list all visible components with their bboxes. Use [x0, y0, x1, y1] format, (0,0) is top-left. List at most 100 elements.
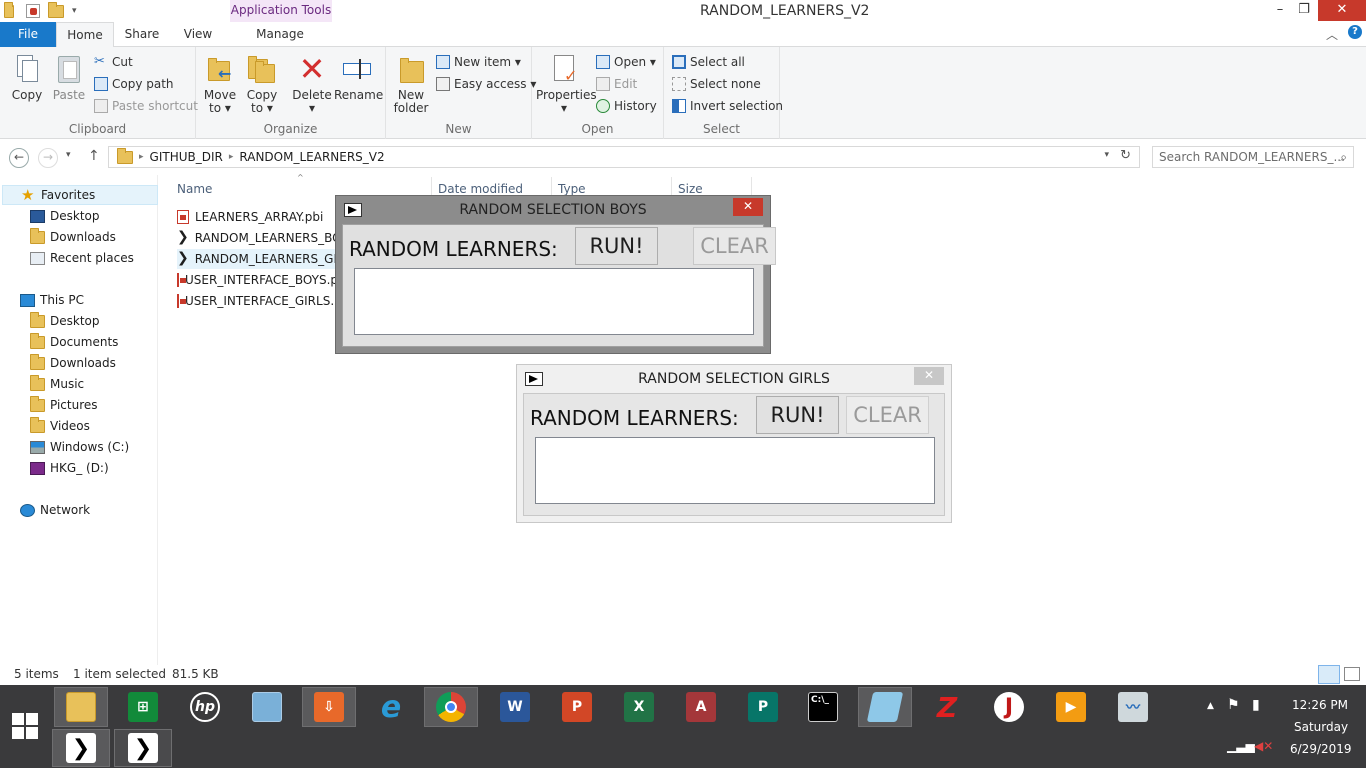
forward-button[interactable]: → [38, 148, 58, 168]
refresh-icon[interactable]: ↻ [1120, 148, 1131, 163]
edit-button[interactable]: Edit [596, 75, 637, 93]
taskbar-publisher[interactable]: P [736, 687, 790, 727]
nav-pc-documents[interactable]: Documents [30, 332, 118, 352]
select-all-button[interactable]: Select all [672, 53, 745, 71]
close-button[interactable]: ✕ [1318, 0, 1366, 21]
power-icon[interactable]: ▮ [1252, 697, 1260, 713]
volume-muted-icon[interactable]: ◀✕ [1254, 739, 1273, 753]
search-input[interactable]: Search RANDOM_LEARNERS_... ⌕ [1152, 146, 1354, 168]
customize-qat-icon[interactable]: ▾ [72, 6, 77, 16]
taskbar-excel[interactable]: X [612, 687, 666, 727]
taskbar-ppt-viewer[interactable]: ⇩ [302, 687, 356, 727]
file-row[interactable]: USER_INTERFACE_BOYS.pbi [177, 270, 337, 290]
taskbar-media-player[interactable]: ▶ [1044, 687, 1098, 727]
up-arrow-icon[interactable]: ↑ [88, 148, 100, 164]
delete-button[interactable]: ✕ Delete ▾ [292, 53, 332, 115]
dialog-close-button[interactable]: ✕ [733, 198, 763, 216]
clock-time[interactable]: 12:26 PM [1292, 698, 1348, 712]
column-header-size[interactable]: Size [678, 182, 703, 196]
taskbar-notepad[interactable] [858, 687, 912, 727]
taskbar-powerpoint[interactable]: P [550, 687, 604, 727]
paste-shortcut-button[interactable]: Paste shortcut [94, 97, 198, 115]
run-button[interactable]: RUN! [575, 227, 658, 265]
output-text-area[interactable] [354, 268, 754, 335]
column-header-date[interactable]: Date modified [438, 182, 523, 196]
nav-pc-desktop[interactable]: Desktop [30, 311, 100, 331]
taskbar-resource-monitor[interactable]: 〰 [1106, 687, 1160, 727]
history-button[interactable]: History [596, 97, 657, 115]
properties-icon[interactable] [26, 4, 40, 18]
column-header-type[interactable]: Type [558, 182, 586, 196]
nav-pc-downloads[interactable]: Downloads [30, 353, 116, 373]
file-row-selected[interactable]: ❯RANDOM_LEARNERS_GIRLS [177, 249, 337, 269]
taskbar-file-explorer[interactable] [54, 687, 108, 727]
clock-date[interactable]: 6/29/2019 [1290, 742, 1352, 756]
dialog-close-button[interactable]: ✕ [914, 367, 944, 385]
paste-button[interactable]: Paste [50, 53, 88, 102]
copy-to-button[interactable]: Copy to ▾ [244, 53, 280, 115]
maximize-button[interactable]: ❐ [1290, 0, 1318, 21]
file-row[interactable]: ❯RANDOM_LEARNERS_BOYS [177, 228, 337, 248]
breadcrumb[interactable]: ▸ GITHUB_DIR ▸ RANDOM_LEARNERS_V2 ▾ ↻ [108, 146, 1140, 168]
tab-share[interactable]: Share [114, 22, 170, 47]
nav-fav-recent[interactable]: Recent places [30, 248, 134, 268]
taskbar-random-learners-boys[interactable]: ❯ [52, 729, 110, 767]
new-folder-icon[interactable] [48, 1, 64, 18]
open-button[interactable]: Open ▾ [596, 53, 656, 71]
recent-locations-icon[interactable]: ▾ [66, 150, 71, 160]
show-hidden-icons[interactable]: ▲ [1207, 701, 1214, 711]
rename-button[interactable]: Rename [334, 53, 383, 102]
help-icon[interactable]: ? [1348, 25, 1362, 39]
tab-view[interactable]: View [170, 22, 226, 47]
network-signal-icon[interactable]: ▁▃▅ [1227, 739, 1255, 753]
file-row[interactable]: LEARNERS_ARRAY.pbi [177, 207, 337, 227]
tab-manage[interactable]: Manage [230, 22, 330, 47]
tab-file[interactable]: File [0, 22, 56, 47]
large-icons-view-icon[interactable] [1344, 667, 1360, 681]
new-folder-button[interactable]: New folder [392, 53, 430, 115]
back-button[interactable]: ← [9, 148, 29, 168]
nav-pc-music[interactable]: Music [30, 374, 84, 394]
file-row[interactable]: USER_INTERFACE_GIRLS.pbi [177, 291, 337, 311]
collapse-ribbon-icon[interactable]: ︿ [1326, 26, 1338, 43]
run-button[interactable]: RUN! [756, 396, 839, 434]
output-text-area[interactable] [535, 437, 935, 504]
cut-button[interactable]: ✂ Cut [94, 53, 133, 71]
nav-pc-videos[interactable]: Videos [30, 416, 90, 436]
select-none-button[interactable]: Select none [672, 75, 761, 93]
breadcrumb-item[interactable]: GITHUB_DIR [150, 150, 223, 164]
taskbar-random-learners-girls[interactable]: ❯ [114, 729, 172, 767]
nav-pc-windows-drive[interactable]: Windows (C:) [30, 437, 129, 457]
nav-network[interactable]: Network [20, 500, 90, 520]
taskbar-store[interactable]: ⊞ [116, 687, 170, 727]
clock-day[interactable]: Saturday [1294, 720, 1348, 734]
breadcrumb-item[interactable]: RANDOM_LEARNERS_V2 [239, 150, 384, 164]
chevron-down-icon[interactable]: ▾ [1104, 150, 1109, 160]
copy-path-button[interactable]: Copy path [94, 75, 174, 93]
tab-home[interactable]: Home [56, 22, 114, 48]
start-button-windows-icon[interactable] [12, 713, 38, 739]
taskbar-control-panel[interactable] [240, 687, 294, 727]
properties-button[interactable]: ✓ Properties ▾ [536, 53, 597, 115]
action-center-flag-icon[interactable]: ⚑ [1227, 697, 1240, 713]
invert-selection-button[interactable]: Invert selection [672, 97, 783, 115]
nav-fav-desktop[interactable]: Desktop [30, 206, 100, 226]
move-to-button[interactable]: ← Move to ▾ [202, 53, 238, 115]
taskbar-command-prompt[interactable]: C:\_ [796, 687, 850, 727]
nav-pc-d-drive[interactable]: HKG_ (D:) [30, 458, 109, 478]
column-header-name[interactable]: Name [177, 182, 212, 196]
clear-button[interactable]: CLEAR [846, 396, 929, 434]
nav-this-pc[interactable]: This PC [20, 290, 84, 310]
taskbar-hp[interactable]: hp [178, 687, 232, 727]
new-item-button[interactable]: New item ▾ [436, 53, 521, 71]
details-view-icon[interactable] [1318, 665, 1340, 684]
taskbar-word[interactable]: W [488, 687, 542, 727]
easy-access-button[interactable]: Easy access ▾ [436, 75, 536, 93]
nav-fav-downloads[interactable]: Downloads [30, 227, 116, 247]
taskbar-access[interactable]: A [674, 687, 728, 727]
taskbar-internet-explorer[interactable]: e [364, 687, 418, 727]
nav-pc-pictures[interactable]: Pictures [30, 395, 98, 415]
taskbar-j-app[interactable]: J [982, 687, 1036, 727]
copy-button[interactable]: Copy [8, 53, 46, 102]
nav-favorites[interactable]: ★ Favorites [2, 185, 158, 205]
